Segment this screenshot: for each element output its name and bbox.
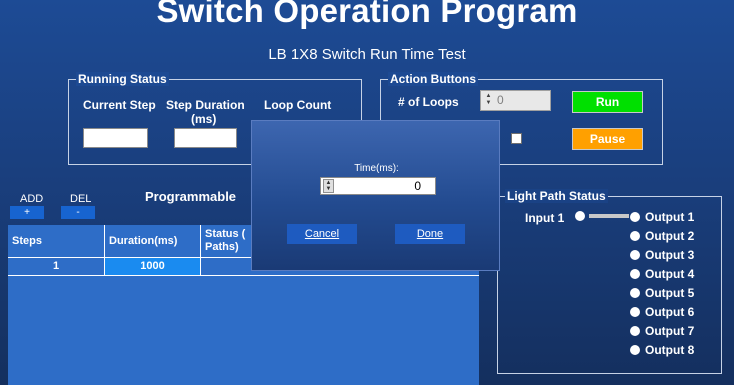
run-button[interactable]: Run [572, 91, 643, 113]
step-duration-label: Step Duration [166, 98, 245, 112]
current-step-label: Current Step [83, 98, 156, 112]
output-1: Output 1 [630, 210, 694, 229]
loops-label: # of Loops [398, 95, 459, 109]
output-3-dot [630, 250, 640, 260]
programmable-title: Programmable [145, 189, 237, 204]
output-7-dot [630, 326, 640, 336]
time-value[interactable]: 0 [337, 179, 421, 193]
output-1-dot [630, 212, 640, 222]
output-2: Output 2 [630, 229, 694, 248]
column-header-steps[interactable]: Steps [8, 225, 105, 258]
output-8: Output 8 [630, 343, 694, 362]
loops-value: 0 [497, 93, 504, 107]
cancel-label: Cancel [304, 228, 340, 240]
app-title: Switch Operation Program [156, 0, 578, 29]
output-8-label: Output 8 [645, 343, 695, 357]
time-stepper-arrows-icon[interactable]: ▲ ▼ [323, 179, 334, 193]
app-subtitle: LB 1X8 Switch Run Time Test [268, 46, 466, 63]
pause-button[interactable]: Pause [572, 128, 643, 150]
add-step-button[interactable]: + [10, 206, 44, 219]
loop-count-label: Loop Count [264, 98, 332, 112]
loops-stepper[interactable]: ▲ ▼ 0 [480, 90, 551, 111]
output-7-label: Output 7 [645, 324, 695, 338]
time-input[interactable]: ▲ ▼ 0 [320, 177, 436, 195]
output-7: Output 7 [630, 324, 694, 343]
output-list: Output 1 Output 2 Output 3 Output 4 Outp… [630, 210, 694, 362]
cell-duration[interactable]: 1000 [105, 258, 201, 275]
option-checkbox[interactable] [511, 133, 522, 144]
light-path-line [589, 214, 629, 218]
action-buttons-title: Action Buttons [388, 72, 478, 86]
output-8-dot [630, 345, 640, 355]
stepper-arrows-icon[interactable]: ▲ ▼ [483, 93, 494, 107]
output-6-dot [630, 307, 640, 317]
output-6-label: Output 6 [645, 305, 695, 319]
output-5-label: Output 5 [645, 286, 695, 300]
output-4: Output 4 [630, 267, 694, 286]
step-duration-field [174, 128, 237, 148]
time-label: Time(ms): [354, 163, 399, 174]
cell-step[interactable]: 1 [8, 258, 105, 275]
output-3-label: Output 3 [645, 248, 695, 262]
time-dialog: Time(ms): ▲ ▼ 0 Cancel Done [251, 120, 500, 271]
add-label: ADD [20, 193, 44, 205]
output-4-dot [630, 269, 640, 279]
cancel-button[interactable]: Cancel [287, 224, 357, 244]
done-label: Done [416, 228, 444, 240]
running-status-title: Running Status [76, 72, 169, 86]
step-duration-unit: (ms) [191, 112, 217, 126]
del-label: DEL [70, 193, 92, 205]
output-3: Output 3 [630, 248, 694, 267]
light-path-title: Light Path Status [505, 189, 608, 203]
output-2-dot [630, 231, 640, 241]
delete-step-button[interactable]: - [61, 206, 95, 219]
output-6: Output 6 [630, 305, 694, 324]
done-button[interactable]: Done [395, 224, 465, 244]
output-4-label: Output 4 [645, 267, 695, 281]
current-step-field [83, 128, 148, 148]
output-1-label: Output 1 [645, 210, 695, 224]
input-1-label: Input 1 [525, 211, 565, 225]
input-port-dot [575, 211, 585, 221]
output-5-dot [630, 288, 640, 298]
output-2-label: Output 2 [645, 229, 695, 243]
column-header-duration[interactable]: Duration(ms) [105, 225, 201, 258]
output-5: Output 5 [630, 286, 694, 305]
